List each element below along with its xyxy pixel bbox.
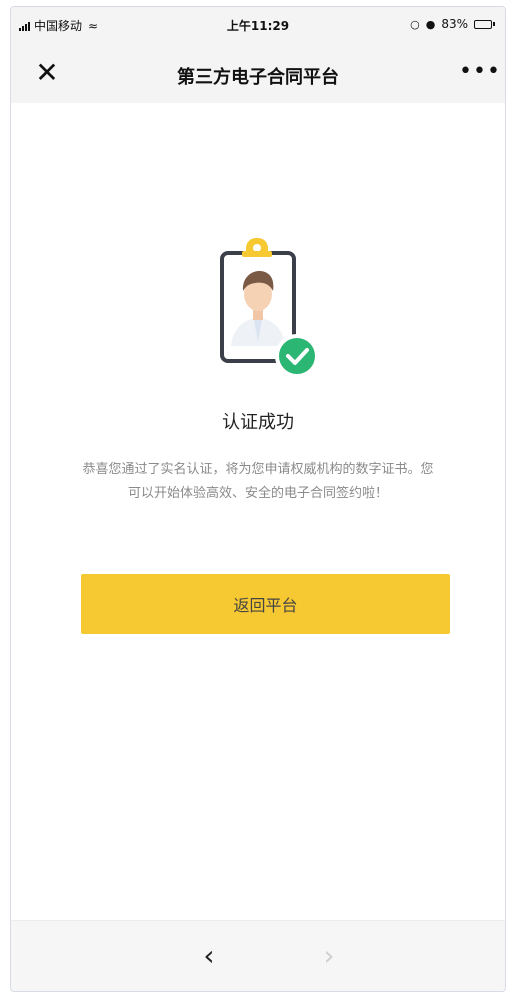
id-badge-check-icon <box>209 238 319 378</box>
more-icon[interactable]: ••• <box>459 57 500 93</box>
status-right: ○ ● 83% <box>410 17 495 31</box>
battery-icon <box>474 19 495 29</box>
status-bar: 中国移动 ≈ 上午11:29 ○ ● 83% <box>11 7 505 45</box>
page-title: 第三方电子合同平台 <box>177 67 339 88</box>
phone-frame: 中国移动 ≈ 上午11:29 ○ ● 83% ✕ 第三方电子合同平台 ••• 认… <box>10 6 506 992</box>
alarm-icon: ● <box>425 17 436 31</box>
nav-bar: ✕ 第三方电子合同平台 ••• <box>11 45 505 103</box>
result-title: 认证成功 <box>222 412 294 433</box>
location-icon: ○ <box>410 17 420 31</box>
chevron-left-icon[interactable]: ‹ <box>189 939 229 972</box>
chevron-right-icon[interactable]: › <box>309 939 349 972</box>
main-content: 认证成功 恭喜您通过了实名认证，将为您申请权威机构的数字证书。您可以开始体验高效… <box>11 103 505 921</box>
return-platform-button[interactable]: 返回平台 <box>81 574 450 634</box>
bottom-toolbar: ‹ › <box>11 920 505 991</box>
result-description: 恭喜您通过了实名认证，将为您申请权威机构的数字证书。您可以开始体验高效、安全的电… <box>82 462 434 501</box>
battery-percent: 83% <box>441 17 468 31</box>
